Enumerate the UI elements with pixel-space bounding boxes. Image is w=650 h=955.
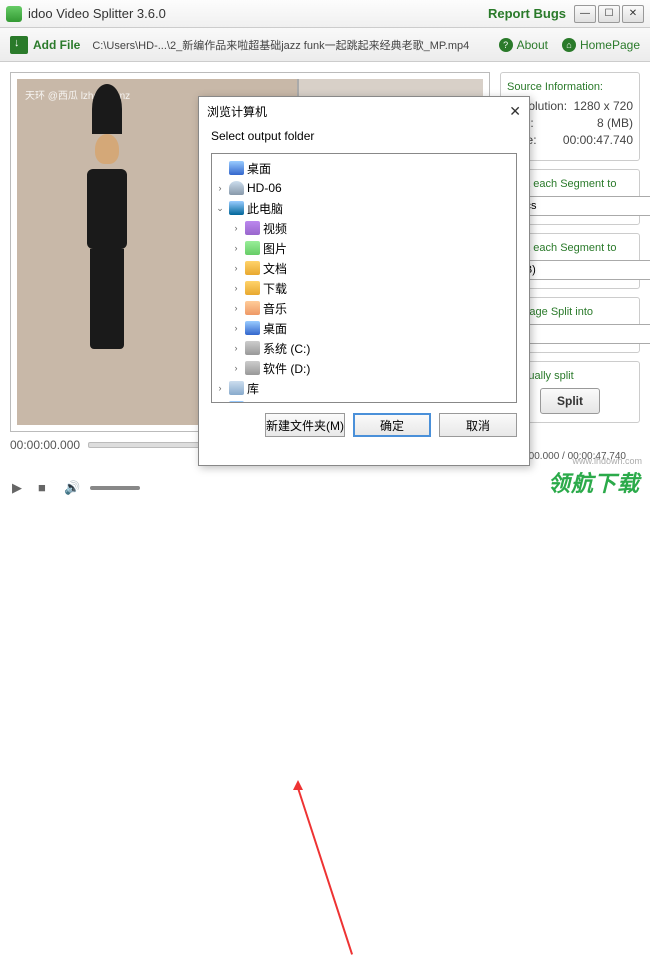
tree-node-label: 文档	[263, 260, 287, 277]
folder-tree[interactable]: 桌面 › HD-06 ⌄ 此电脑 › 视频 › 图片 › 文档 › 下载 › 音乐 › 桌面 › 系统 (C:) › 软…	[211, 153, 517, 403]
dialog-close-button[interactable]: ✕	[509, 103, 521, 120]
tree-node-label: 库	[247, 380, 259, 397]
tree-node-label: 软件 (D:)	[263, 360, 310, 377]
folder-icon	[229, 381, 244, 395]
dialog-subtitle: Select output folder	[199, 125, 529, 153]
tree-node[interactable]: 桌面	[214, 158, 514, 178]
tree-node-label: 下载	[263, 280, 287, 297]
expand-icon[interactable]: ›	[230, 283, 242, 293]
expand-icon[interactable]: ›	[230, 243, 242, 253]
browse-folder-dialog: 浏览计算机 ✕ Select output folder 桌面 › HD-06 ⌄ 此电…	[198, 96, 530, 466]
folder-icon	[229, 201, 244, 215]
tree-node[interactable]: › 图片	[214, 238, 514, 258]
tree-node[interactable]: ⌄ 此电脑	[214, 198, 514, 218]
expand-icon[interactable]: ›	[230, 223, 242, 233]
tree-node-label: 此电脑	[247, 200, 283, 217]
expand-icon[interactable]: ›	[230, 343, 242, 353]
expand-icon[interactable]: ⌄	[214, 203, 226, 214]
expand-icon[interactable]: ›	[230, 363, 242, 373]
tree-node[interactable]: › 视频	[214, 218, 514, 238]
tree-node-label: 视频	[263, 220, 287, 237]
folder-icon	[245, 361, 260, 375]
ok-button[interactable]: 确定	[353, 413, 431, 437]
tree-node[interactable]: › 音乐	[214, 298, 514, 318]
tree-node[interactable]: › 软件 (D:)	[214, 358, 514, 378]
folder-icon	[245, 221, 260, 235]
tree-node-label: 图片	[263, 240, 287, 257]
cancel-button[interactable]: 取消	[439, 413, 517, 437]
tree-node-label: 桌面	[263, 320, 287, 337]
expand-icon[interactable]: ›	[214, 183, 226, 193]
tree-node[interactable]: › HD-06	[214, 178, 514, 198]
tree-node[interactable]: ›库	[214, 378, 514, 398]
expand-icon[interactable]: ›	[214, 383, 226, 393]
folder-icon	[245, 281, 260, 295]
tree-node-label: 桌面	[247, 160, 271, 177]
expand-icon[interactable]: ›	[230, 263, 242, 273]
folder-icon	[245, 341, 260, 355]
folder-icon	[229, 181, 244, 195]
folder-icon	[245, 301, 260, 315]
folder-icon	[245, 321, 260, 335]
new-folder-button[interactable]: 新建文件夹(M)	[265, 413, 345, 437]
dialog-title: 浏览计算机	[207, 103, 509, 120]
tree-node-label: 系统 (C:)	[263, 340, 310, 357]
tree-node-label: HD-06	[247, 181, 282, 195]
tree-node[interactable]: › 下载	[214, 278, 514, 298]
tree-node[interactable]: › 桌面	[214, 318, 514, 338]
folder-icon	[229, 161, 244, 175]
tree-node[interactable]: › 系统 (C:)	[214, 338, 514, 358]
expand-icon[interactable]: ›	[230, 323, 242, 333]
expand-icon[interactable]: ›	[230, 303, 242, 313]
tree-node-label: 音乐	[263, 300, 287, 317]
tree-node[interactable]: › 文档	[214, 258, 514, 278]
folder-icon	[245, 261, 260, 275]
folder-icon	[245, 241, 260, 255]
